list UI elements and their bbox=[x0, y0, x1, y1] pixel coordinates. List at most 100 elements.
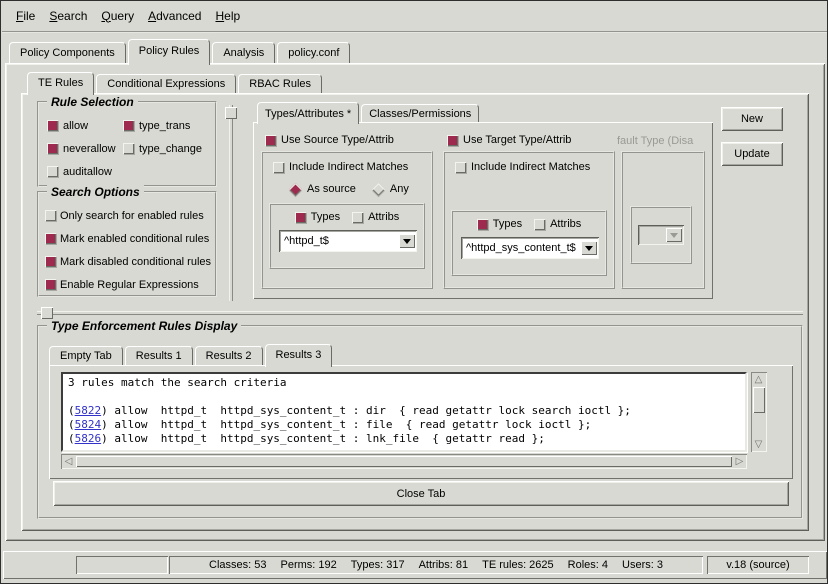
source-types-checkbox[interactable]: Types bbox=[295, 211, 340, 223]
tab-label: TE Rules bbox=[38, 77, 83, 89]
tab-rbac-rules[interactable]: RBAC Rules bbox=[238, 74, 322, 93]
results-horizontal-scrollbar[interactable]: ◁ ▷ bbox=[61, 454, 747, 469]
checkbox-indicator bbox=[447, 135, 458, 146]
checkbox-label: type_trans bbox=[139, 120, 190, 132]
checkbox-enable-regex[interactable]: Enable Regular Expressions bbox=[45, 279, 215, 291]
radio-as-source[interactable]: As source bbox=[289, 183, 356, 195]
menu-advanced[interactable]: Advanced bbox=[148, 9, 201, 23]
menu-search[interactable]: Search bbox=[49, 9, 87, 23]
scrollbar-thumb[interactable] bbox=[753, 387, 765, 413]
horizontal-sash-grip[interactable] bbox=[41, 307, 53, 319]
source-attribs-checkbox[interactable]: Attribs bbox=[352, 211, 399, 223]
tab-analysis[interactable]: Analysis bbox=[212, 42, 275, 63]
status-empty-box bbox=[76, 556, 168, 574]
combobox-value: ^httpd_sys_content_t$ bbox=[463, 242, 581, 254]
scrollbar-thumb[interactable] bbox=[76, 456, 732, 467]
checkbox-neverallow[interactable]: neverallow bbox=[47, 143, 123, 155]
target-types-frame: Types Attribs ^httpd_sys_content_t$ bbox=[451, 210, 607, 276]
button-label: Close Tab bbox=[397, 488, 446, 500]
stat-classes: Classes: 53 bbox=[209, 559, 266, 571]
target-frame: Include Indirect Matches Types Attribs ^… bbox=[443, 151, 615, 289]
scroll-right-icon[interactable]: ▷ bbox=[732, 454, 747, 469]
tab-policy-components[interactable]: Policy Components bbox=[9, 42, 126, 63]
checkbox-label: Mark enabled conditional rules bbox=[60, 233, 209, 245]
radio-any[interactable]: Any bbox=[372, 183, 409, 195]
close-tab-button[interactable]: Close Tab bbox=[53, 481, 789, 506]
tab-types-attributes[interactable]: Types/Attributes * bbox=[257, 102, 359, 124]
results-textarea[interactable]: 3 rules match the search criteria (5822)… bbox=[61, 372, 747, 452]
tab-label: Classes/Permissions bbox=[369, 108, 471, 120]
new-button[interactable]: New bbox=[721, 107, 783, 131]
scrollbar-trough[interactable] bbox=[751, 413, 767, 437]
default-type-frame bbox=[621, 151, 705, 289]
checkbox-type-change[interactable]: type_change bbox=[123, 143, 215, 155]
combobox-dropdown-button[interactable] bbox=[399, 234, 415, 248]
source-indirect-checkbox[interactable]: Include Indirect Matches bbox=[273, 161, 431, 173]
tab-results-1[interactable]: Results 1 bbox=[125, 346, 193, 365]
apol-window: File Search Query Advanced Help Policy C… bbox=[0, 0, 828, 584]
checkbox-indicator bbox=[477, 219, 488, 230]
checkbox-mark-disabled-conditional[interactable]: Mark disabled conditional rules bbox=[45, 256, 215, 268]
menu-bar: File Search Query Advanced Help bbox=[2, 2, 827, 33]
tab-policy-conf[interactable]: policy.conf bbox=[277, 42, 350, 63]
tab-empty[interactable]: Empty Tab bbox=[49, 346, 123, 365]
tab-label: policy.conf bbox=[288, 47, 339, 59]
combobox-dropdown-button[interactable] bbox=[581, 241, 597, 255]
tab-results-3[interactable]: Results 3 bbox=[265, 344, 333, 367]
target-types-checkbox[interactable]: Types bbox=[477, 218, 522, 230]
checkbox-label: Include Indirect Matches bbox=[289, 161, 408, 173]
tab-policy-rules[interactable]: Policy Rules bbox=[128, 39, 211, 65]
tab-conditional-expressions[interactable]: Conditional Expressions bbox=[96, 74, 236, 93]
target-attribs-checkbox[interactable]: Attribs bbox=[534, 218, 581, 230]
tab-label: RBAC Rules bbox=[249, 78, 311, 90]
vertical-sash[interactable] bbox=[229, 105, 233, 301]
chevron-down-icon bbox=[585, 246, 593, 251]
radio-indicator bbox=[372, 183, 385, 196]
chevron-down-icon bbox=[670, 233, 678, 238]
target-indirect-checkbox[interactable]: Include Indirect Matches bbox=[455, 161, 613, 173]
checkbox-indicator bbox=[45, 279, 56, 290]
checkbox-type-trans[interactable]: type_trans bbox=[123, 120, 215, 132]
source-type-combobox[interactable]: ^httpd_t$ bbox=[279, 230, 417, 252]
stat-users: Users: 3 bbox=[622, 559, 663, 571]
scroll-down-icon[interactable]: ▽ bbox=[751, 437, 766, 452]
rule-id-link[interactable]: 5826 bbox=[75, 432, 102, 445]
checkbox-indicator bbox=[455, 162, 466, 173]
results-tabstrip: Empty Tab Results 1 Results 2 Results 3 bbox=[49, 343, 332, 365]
rule-line: (5822) allow httpd_t httpd_sys_content_t… bbox=[68, 404, 740, 418]
checkbox-auditallow[interactable]: auditallow bbox=[47, 166, 123, 178]
checkbox-label: Attribs bbox=[368, 211, 399, 223]
vertical-sash-grip[interactable] bbox=[225, 107, 237, 119]
menu-help[interactable]: Help bbox=[215, 9, 240, 23]
checkbox-mark-enabled-conditional[interactable]: Mark enabled conditional rules bbox=[45, 233, 215, 245]
stat-attribs: Attribs: 81 bbox=[419, 559, 469, 571]
tab-classes-permissions[interactable]: Classes/Permissions bbox=[361, 104, 479, 122]
menu-query[interactable]: Query bbox=[101, 9, 134, 23]
rule-selection-group: Rule Selection allow type_trans neverall… bbox=[37, 101, 217, 187]
tab-label: Policy Components bbox=[20, 47, 115, 59]
button-label: Update bbox=[734, 148, 769, 160]
checkbox-allow[interactable]: allow bbox=[47, 120, 123, 132]
scroll-up-icon[interactable]: △ bbox=[751, 372, 766, 387]
checkbox-only-enabled-rules[interactable]: Only search for enabled rules bbox=[45, 210, 215, 222]
results-vertical-scrollbar[interactable]: △ ▽ bbox=[751, 372, 767, 452]
tab-label: Results 1 bbox=[136, 350, 182, 362]
update-button[interactable]: Update bbox=[721, 142, 783, 166]
checkbox-label: type_change bbox=[139, 143, 202, 155]
menu-file[interactable]: File bbox=[16, 9, 35, 23]
scroll-left-icon[interactable]: ◁ bbox=[61, 454, 76, 469]
checkbox-label: Types bbox=[493, 218, 522, 230]
rule-id-link[interactable]: 5822 bbox=[75, 404, 102, 417]
radio-label: As source bbox=[307, 183, 356, 195]
target-type-combobox[interactable]: ^httpd_sys_content_t$ bbox=[461, 237, 599, 259]
checkbox-indicator bbox=[123, 120, 134, 131]
rule-id-link[interactable]: 5824 bbox=[75, 418, 102, 431]
rules-tabstrip: TE Rules Conditional Expressions RBAC Ru… bbox=[27, 71, 322, 93]
tab-te-rules[interactable]: TE Rules bbox=[27, 72, 94, 95]
horizontal-sash[interactable] bbox=[37, 311, 803, 315]
use-source-type-checkbox[interactable]: Use Source Type/Attrib bbox=[265, 134, 394, 146]
tab-results-2[interactable]: Results 2 bbox=[195, 346, 263, 365]
results-summary: 3 rules match the search criteria bbox=[68, 376, 740, 390]
default-type-combobox-disabled bbox=[638, 225, 684, 245]
use-target-type-checkbox[interactable]: Use Target Type/Attrib bbox=[447, 134, 571, 146]
